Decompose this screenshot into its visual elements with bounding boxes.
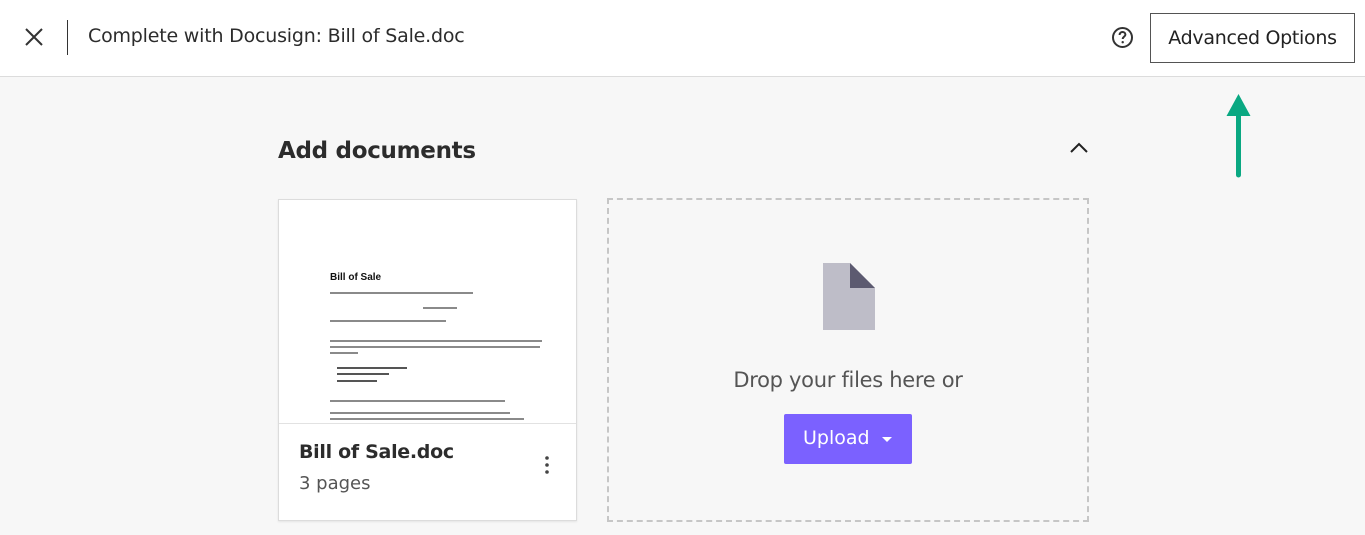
thumbnail-text-line (330, 340, 542, 342)
document-menu-button[interactable] (537, 455, 557, 477)
thumbnail-text-line (337, 373, 389, 375)
file-icon (823, 263, 875, 330)
document-page-count: 3 pages (299, 473, 371, 494)
thumbnail-text-line (330, 292, 473, 294)
thumbnail-text-line (330, 412, 510, 414)
thumbnail-text-line (330, 400, 505, 402)
arrow-up-icon (1226, 94, 1251, 178)
top-bar: Complete with Docusign: Bill of Sale.doc… (0, 0, 1365, 77)
thumbnail-text-line (330, 320, 446, 322)
thumbnail-text-line (337, 367, 407, 369)
collapse-button[interactable] (1068, 138, 1090, 158)
page-title: Complete with Docusign: Bill of Sale.doc (88, 25, 465, 47)
help-button[interactable] (1111, 26, 1134, 49)
thumbnail-text-line (423, 307, 457, 309)
more-vertical-icon (545, 456, 549, 474)
header-divider (67, 20, 68, 55)
close-icon (25, 28, 43, 46)
drop-instructions: Drop your files here or (733, 368, 963, 392)
document-name: Bill of Sale.doc (299, 441, 454, 463)
help-circle-icon (1112, 27, 1133, 48)
thumbnail-text-line (330, 352, 358, 354)
thumbnail-text-line (330, 346, 540, 348)
upload-button[interactable]: Upload (784, 414, 912, 464)
thumbnail-title: Bill of Sale (330, 272, 382, 283)
section-title: Add documents (278, 138, 476, 164)
upload-label: Upload (803, 427, 870, 449)
document-thumbnail: Bill of Sale (279, 200, 576, 424)
thumbnail-text-line (330, 418, 524, 420)
close-button[interactable] (22, 25, 46, 49)
document-card[interactable]: Bill of Sale Bill of Sale.doc 3 pages (278, 199, 577, 521)
thumbnail-text-line (337, 380, 377, 382)
chevron-up-icon (1070, 142, 1088, 153)
file-drop-zone[interactable]: Drop your files here or Upload (607, 198, 1089, 522)
caret-down-icon (882, 437, 892, 442)
advanced-options-button[interactable]: Advanced Options (1150, 13, 1355, 63)
